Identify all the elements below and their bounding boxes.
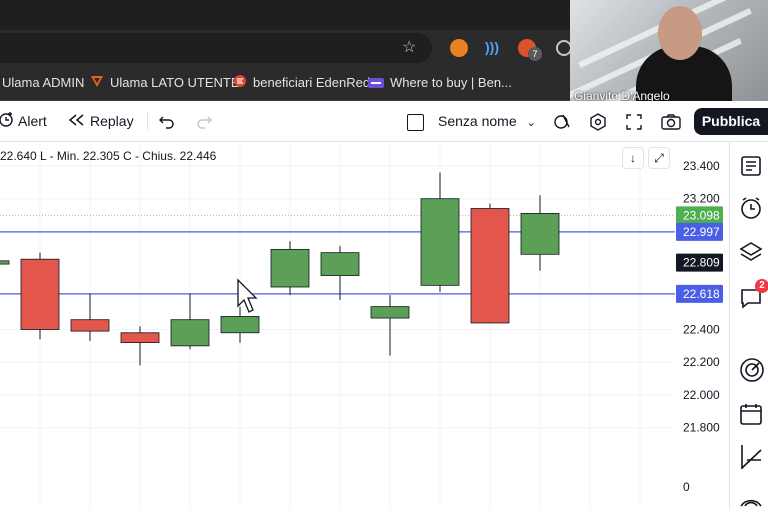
candle-body (170, 319, 210, 347)
bookmark-where-to-buy[interactable]: Where to buy | Ben... (368, 66, 512, 100)
mouse-cursor-icon (237, 278, 258, 313)
notification-badge: 2 (755, 279, 768, 293)
y-tick-label: 23.400 (683, 159, 720, 173)
candle (320, 246, 360, 301)
bookmark-ulama-admin[interactable]: Ulama ADMIN (2, 66, 84, 100)
y-tick-label: 0 (683, 480, 690, 494)
bookmark-star-icon[interactable]: ☆ (402, 37, 416, 57)
candles (0, 172, 560, 366)
candle (20, 252, 60, 340)
chart-toolbar: Alert Replay Senza nome ⌄ Pubblica (0, 101, 768, 142)
publish-button[interactable]: Pubblica (694, 108, 768, 135)
candle-body (420, 198, 460, 286)
candle-body (520, 213, 560, 255)
right-sidebar (729, 142, 768, 509)
price-label: 22.997 (676, 222, 723, 241)
bookmark-label: Where to buy | Ben... (390, 75, 512, 90)
bookmark-label: beneficiari EdenRed (253, 75, 371, 90)
candle (370, 295, 410, 356)
bookmark-ulama-lato-utente[interactable]: Ulama LATO UTENTE (90, 66, 240, 100)
signal-icon[interactable] (739, 494, 763, 518)
candle-body (120, 332, 160, 343)
price-label-text: 22.809 (683, 256, 720, 270)
maximize-pane-icon[interactable]: ⤢ (648, 147, 670, 169)
candle (120, 326, 160, 366)
price-label: 22.809 (676, 253, 723, 272)
wireless-extension-icon[interactable]: ))) (485, 39, 503, 57)
candle-body (320, 252, 360, 276)
candle (70, 293, 110, 341)
settings-gear-icon[interactable] (589, 101, 607, 141)
ulama-logo-icon (90, 67, 104, 101)
layout-name: Senza nome (438, 113, 517, 129)
fullscreen-icon[interactable] (626, 101, 642, 141)
candle-body (470, 208, 510, 324)
person-head (658, 6, 702, 60)
candle-body (220, 316, 260, 334)
bookmark-beneficiari-edenred[interactable]: beneficiari EdenRed (233, 66, 370, 100)
layout-name-selector[interactable]: Senza nome ⌄ (407, 101, 536, 141)
candle (170, 293, 210, 350)
price-label-text: 22.618 (683, 287, 720, 301)
watchlist-list-icon[interactable] (739, 154, 763, 178)
candle-body (270, 248, 310, 288)
y-tick-label: 23.200 (683, 192, 720, 206)
undo-icon[interactable] (159, 101, 175, 141)
chevron-down-icon: ⌄ (526, 117, 536, 129)
indicator-pen-icon[interactable] (553, 101, 571, 141)
y-tick-label: 22.400 (683, 323, 720, 337)
bookmark-label: Ulama LATO UTENTE (110, 75, 240, 90)
data-window-target-icon[interactable] (739, 357, 764, 382)
redo-icon[interactable] (196, 101, 212, 141)
alerts-clock-icon[interactable] (739, 196, 763, 220)
candle (220, 306, 260, 343)
candle-body (0, 260, 10, 265)
extension-badge: 7 (528, 47, 542, 61)
price-label-text: 23.098 (683, 208, 720, 222)
camera-snapshot-icon[interactable] (661, 101, 681, 141)
layout-square-icon (407, 113, 424, 131)
candle (420, 172, 460, 292)
scroll-down-arrow-icon[interactable]: ↓ (622, 147, 644, 169)
y-tick-label: 22.200 (683, 355, 720, 369)
alert-clock-icon (0, 102, 14, 142)
replay-rewind-icon (68, 102, 84, 142)
site-logo-icon (368, 67, 384, 101)
candle-body (20, 258, 60, 330)
layers-icon[interactable] (739, 240, 763, 264)
candle (270, 241, 310, 296)
candle (470, 203, 510, 324)
price-label-text: 22.997 (683, 225, 720, 239)
y-tick-label: 22.000 (683, 388, 720, 402)
candle-body (70, 319, 110, 332)
price-axis: 23.400 23.200 22.400 22.200 22.000 21.800 0 23.… (676, 159, 723, 494)
webcam-video: Gianvito D'Angelo (570, 0, 768, 106)
y-tick-label: 21.800 (683, 421, 720, 435)
bookmark-label: Ulama ADMIN (2, 75, 85, 90)
edenred-logo-icon (233, 67, 247, 101)
drawing-trend-icon[interactable] (739, 444, 763, 469)
candle (0, 260, 10, 265)
alert-button[interactable]: Alert (0, 101, 47, 141)
toolbar-divider (147, 111, 148, 131)
alert-label: Alert (18, 113, 47, 129)
price-label: 23.098 (676, 206, 723, 225)
replay-label: Replay (90, 113, 134, 129)
metamask-fox-icon[interactable] (450, 39, 468, 57)
replay-button[interactable]: Replay (68, 101, 134, 141)
candle (520, 195, 560, 271)
candle-body (370, 306, 410, 319)
candlestick-chart[interactable]: 23.400 23.200 22.400 22.200 22.000 21.800 0 23.… (0, 142, 728, 509)
ohlc-legend: 22.640 L - Min. 22.305 C - Chius. 22.446 (0, 149, 217, 163)
price-label: 22.618 (676, 284, 723, 303)
url-field[interactable] (0, 33, 432, 63)
calendar-icon[interactable] (739, 402, 763, 426)
